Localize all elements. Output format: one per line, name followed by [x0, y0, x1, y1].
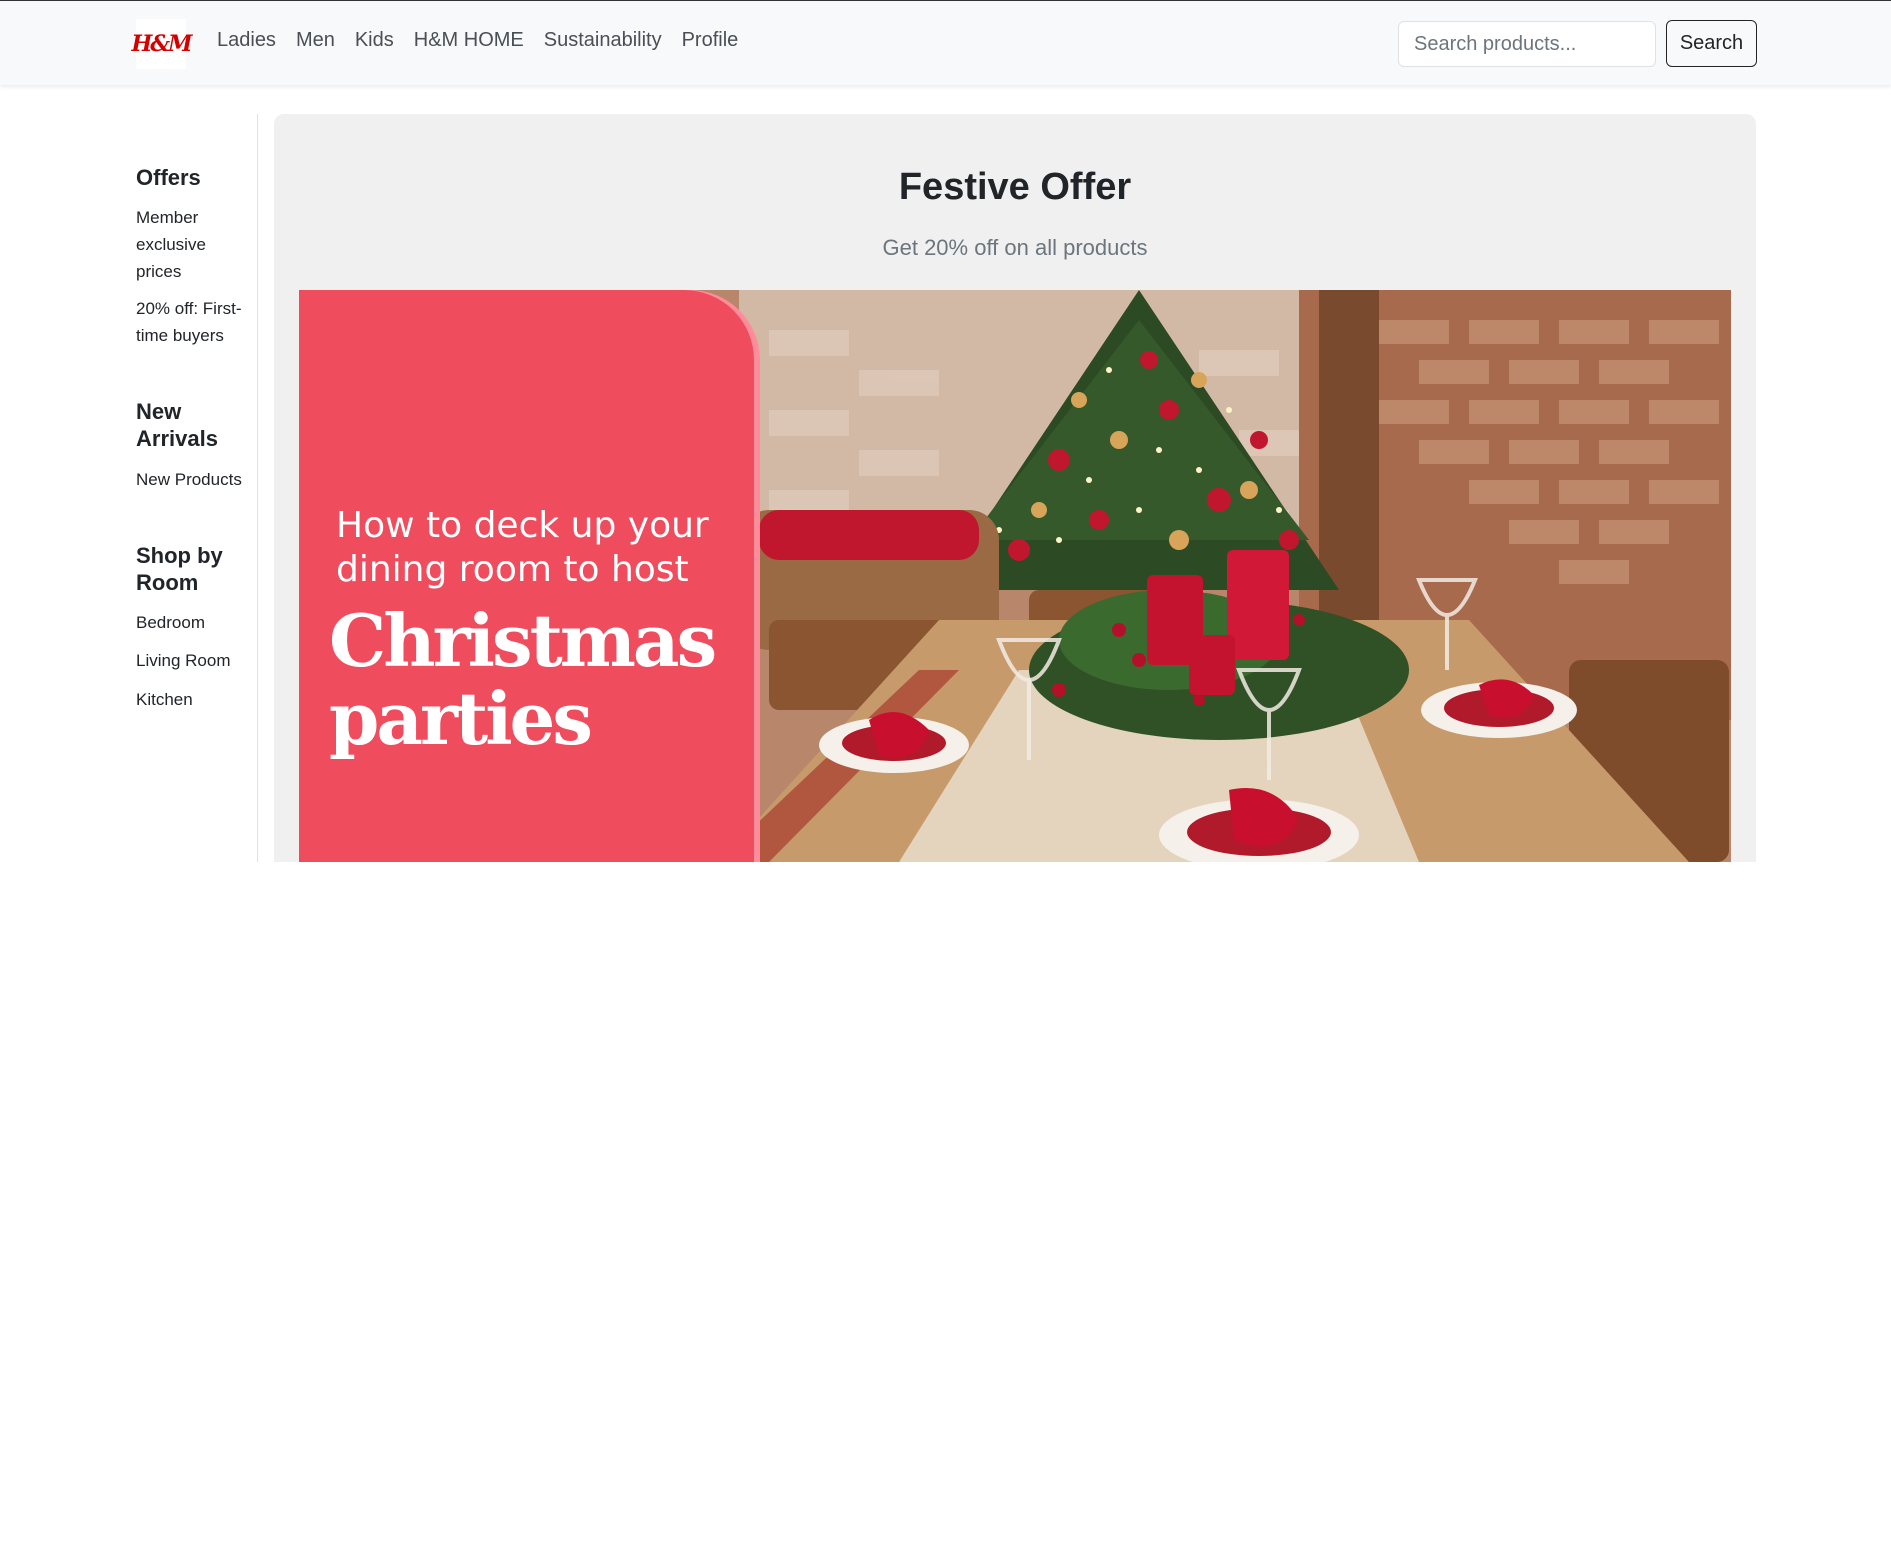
- search-input[interactable]: [1398, 21, 1656, 67]
- christmas-banner[interactable]: How to deck up your dining room to host …: [299, 290, 1731, 862]
- sidebar-link-living-room[interactable]: Living Room: [136, 647, 256, 674]
- offer-subtitle: Get 20% off on all products: [882, 235, 1148, 260]
- sidebar-link-member-prices[interactable]: Member exclusive prices: [136, 204, 246, 285]
- sidebar-heading-new-arrivals: New Arrivals: [136, 399, 218, 451]
- nav-link-kids[interactable]: Kids: [355, 29, 394, 52]
- nav-link-men[interactable]: Men: [296, 29, 335, 52]
- sidebar-link-new-products[interactable]: New Products: [136, 466, 246, 493]
- search-button[interactable]: Search: [1666, 20, 1757, 67]
- brand-logo[interactable]: H&M: [132, 19, 193, 69]
- sidebar-heading-offers: Offers: [136, 165, 201, 190]
- sidebar-link-bedroom[interactable]: Bedroom: [136, 609, 251, 636]
- banner-title: Christmas parties: [329, 598, 717, 761]
- top-navbar: H&M Ladies Men Kids H&M HOME Sustainabil…: [0, 0, 1891, 85]
- sidebar-link-kitchen[interactable]: Kitchen: [136, 686, 251, 713]
- banner-headline: How to deck up your dining room to host: [336, 505, 709, 590]
- nav-link-sustainability[interactable]: Sustainability: [544, 29, 662, 52]
- offer-title: Festive Offer: [898, 166, 1132, 208]
- sidebar-heading-shop-by-room: Shop by Room: [136, 543, 223, 595]
- sidebar-link-first-time-buyers[interactable]: 20% off: First-time buyers: [136, 295, 246, 349]
- sidebar: Offers Member exclusive prices 20% off: …: [136, 114, 258, 862]
- nav-link-hm-home[interactable]: H&M HOME: [414, 29, 524, 52]
- festive-offer-card: Festive Offer Get 20% off on all product…: [274, 114, 1756, 862]
- nav-link-profile[interactable]: Profile: [682, 29, 739, 52]
- nav-link-ladies[interactable]: Ladies: [217, 29, 276, 52]
- brand-logo-text: H&M: [131, 31, 193, 57]
- nav-links: Ladies Men Kids H&M HOME Sustainability …: [217, 29, 758, 52]
